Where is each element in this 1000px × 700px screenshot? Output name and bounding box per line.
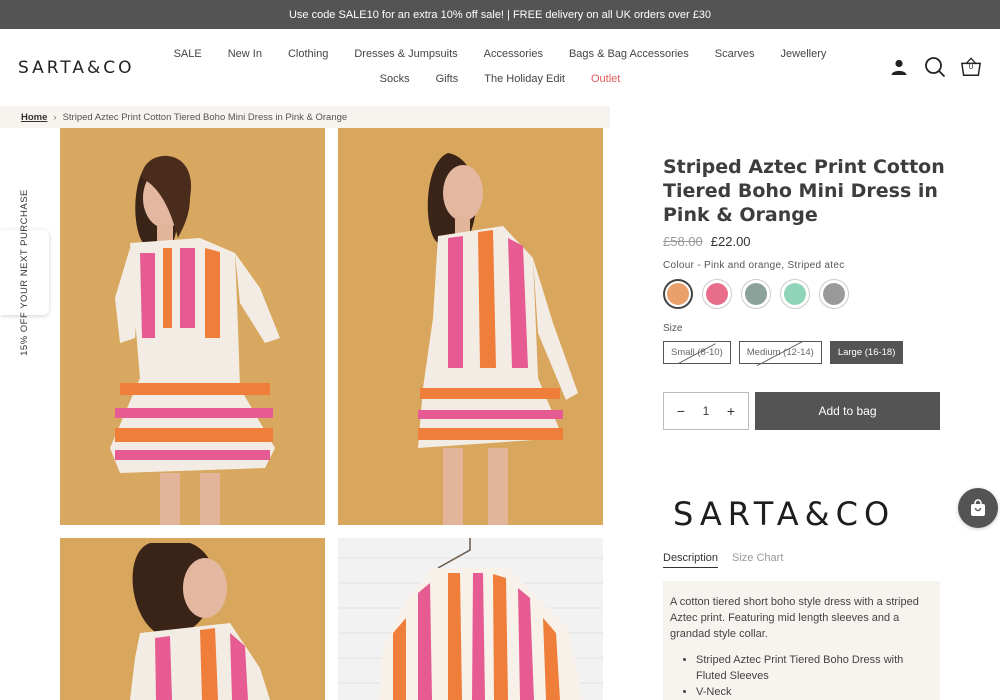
tab-description[interactable]: Description	[663, 552, 719, 568]
main-nav-row-2: Socks Gifts The Holiday Edit Outlet	[0, 73, 1000, 85]
product-image-4[interactable]	[338, 538, 603, 700]
price-row: £58.00 £22.00	[663, 234, 751, 249]
quantity-value[interactable]: 1	[703, 404, 710, 418]
size-option-large[interactable]: Large (16-18)	[829, 341, 904, 364]
swatch-fill	[823, 283, 845, 305]
nav-item-outlet[interactable]: Outlet	[578, 73, 633, 85]
site-header: SARTA&CO SALE New In Clothing Dresses & …	[0, 29, 1000, 105]
swatch-fill	[784, 283, 806, 305]
swatch-fill	[745, 283, 767, 305]
nav-item-sale[interactable]: SALE	[161, 48, 215, 60]
colour-swatch-5[interactable]	[819, 279, 849, 309]
discount-side-tab[interactable]: 15% OFF YOUR NEXT PURCHASE	[0, 189, 49, 356]
product-info-tabs: Description Size Chart	[663, 552, 783, 568]
side-tab-text: 15% OFF YOUR NEXT PURCHASE	[19, 189, 31, 356]
cart-count: 0	[968, 62, 974, 71]
nav-item-bags[interactable]: Bags & Bag Accessories	[556, 48, 702, 60]
bag-icon	[971, 499, 985, 516]
announcement-text: Use code SALE10 for an extra 10% off sal…	[288, 8, 712, 21]
quantity-stepper: − 1 +	[663, 392, 749, 430]
colour-swatch-3[interactable]	[741, 279, 771, 309]
description-bullet: V-Neck	[696, 684, 933, 700]
swatch-fill	[706, 283, 728, 305]
shopping-bag-float-button[interactable]	[958, 488, 998, 528]
account-icon[interactable]	[888, 56, 910, 78]
colour-swatch-1[interactable]	[663, 279, 693, 309]
price-sale: £22.00	[710, 234, 751, 249]
nav-item-scarves[interactable]: Scarves	[702, 48, 768, 60]
breadcrumb-separator: ›	[53, 111, 57, 123]
product-image-3[interactable]	[60, 538, 325, 700]
colour-swatches	[663, 279, 849, 309]
colour-label: Colour - Pink and orange, Striped atec	[663, 260, 845, 271]
description-text: A cotton tiered short boho style dress w…	[670, 596, 919, 640]
announcement-bar: Use code SALE10 for an extra 10% off sal…	[0, 0, 1000, 29]
size-option-small[interactable]: Small (8-10)	[663, 341, 731, 364]
nav-item-gifts[interactable]: Gifts	[423, 73, 472, 85]
tab-size-chart[interactable]: Size Chart	[732, 552, 783, 568]
size-option-medium[interactable]: Medium (12-14)	[738, 341, 822, 364]
nav-item-jewellery[interactable]: Jewellery	[768, 48, 840, 60]
nav-item-accessories[interactable]: Accessories	[471, 48, 556, 60]
brand-logo-block: SARTA&CO	[673, 495, 896, 533]
main-nav-row-1: SALE New In Clothing Dresses & Jumpsuits…	[0, 48, 1000, 60]
product-title: Striped Aztec Print Cotton Tiered Boho M…	[663, 156, 945, 226]
nav-item-clothing[interactable]: Clothing	[275, 48, 341, 60]
nav-item-socks[interactable]: Socks	[367, 73, 423, 85]
size-options: Small (8-10) Medium (12-14) Large (16-18…	[663, 341, 904, 364]
product-image-2[interactable]	[338, 128, 603, 525]
description-bullet: Striped Aztec Print Tiered Boho Dress wi…	[696, 652, 933, 684]
header-icons: 0	[888, 56, 982, 78]
nav-item-holiday-edit[interactable]: The Holiday Edit	[471, 73, 578, 85]
description-bullets: Striped Aztec Print Tiered Boho Dress wi…	[670, 652, 933, 700]
size-label: Size	[663, 323, 683, 334]
quantity-decrease-button[interactable]: −	[674, 403, 688, 419]
add-to-bag-button[interactable]: Add to bag	[755, 392, 940, 430]
description-panel: A cotton tiered short boho style dress w…	[663, 581, 940, 700]
product-image-1[interactable]	[60, 128, 325, 525]
breadcrumb: Home › Striped Aztec Print Cotton Tiered…	[0, 106, 610, 128]
price-original: £58.00	[663, 234, 703, 249]
basket-icon[interactable]: 0	[960, 56, 982, 78]
search-icon[interactable]	[924, 56, 946, 78]
colour-swatch-4[interactable]	[780, 279, 810, 309]
breadcrumb-home[interactable]: Home	[21, 112, 47, 123]
colour-swatch-2[interactable]	[702, 279, 732, 309]
nav-item-dresses-jumpsuits[interactable]: Dresses & Jumpsuits	[341, 48, 470, 60]
nav-item-new-in[interactable]: New In	[215, 48, 275, 60]
quantity-increase-button[interactable]: +	[724, 403, 738, 419]
swatch-fill	[667, 283, 689, 305]
breadcrumb-current: Striped Aztec Print Cotton Tiered Boho M…	[62, 111, 348, 123]
